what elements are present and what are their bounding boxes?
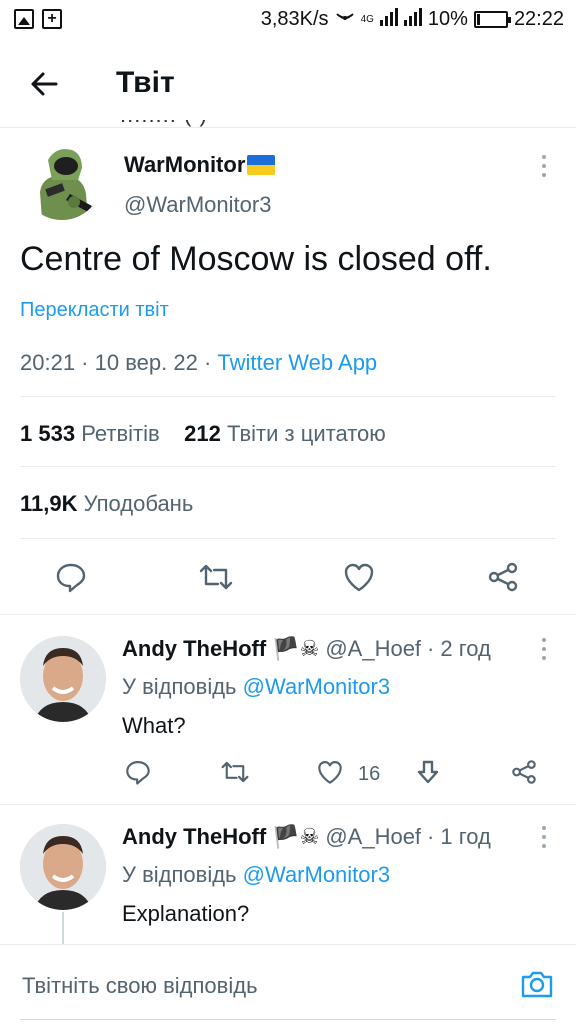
like-button[interactable]	[316, 758, 344, 786]
reply-author-badges: 🏴☠	[272, 636, 320, 661]
heart-icon	[318, 761, 342, 784]
tweet-date: 10 вер. 22	[94, 350, 198, 375]
arrow-down-icon	[417, 760, 439, 784]
more-options-button[interactable]	[540, 638, 548, 664]
compose-reply-input[interactable]: Твітніть свою відповідь	[22, 973, 258, 999]
retweets-link[interactable]: 1 533 Ретвітів	[20, 421, 160, 446]
thread-connector-line	[62, 912, 64, 944]
reply-time: 1 год	[440, 824, 491, 849]
battery-percent: 10%	[427, 7, 468, 30]
replying-to-handle-link[interactable]: @WarMonitor3	[243, 674, 390, 699]
add-notification-icon: +	[42, 9, 62, 29]
like-button[interactable]	[342, 560, 378, 596]
tweet-meta: 20:21 · 10 вер. 22 · Twitter Web App	[20, 350, 378, 375]
replying-to-handle-link[interactable]: @WarMonitor3	[243, 862, 390, 887]
divider	[20, 396, 556, 397]
retweet-stats: 1 533 Ретвітів 212 Твіти з цитатою	[20, 421, 386, 447]
clock: 22:22	[513, 7, 564, 30]
top-app-bar: Твіт	[0, 40, 576, 128]
author-handle[interactable]: @WarMonitor3	[124, 192, 271, 218]
reply-author-handle[interactable]: @A_Hoef	[325, 824, 421, 850]
soldier-avatar-icon	[22, 140, 102, 220]
share-icon	[512, 760, 536, 784]
camera-icon	[521, 971, 553, 998]
likes-link[interactable]: 11,9K Уподобань	[20, 491, 193, 517]
retweet-button[interactable]	[198, 560, 234, 596]
avatar[interactable]	[20, 824, 106, 910]
share-button[interactable]	[510, 758, 538, 786]
reply-header: Andy TheHoff 🏴☠ @A_Hoef · 1 год	[122, 824, 491, 850]
divider	[20, 538, 556, 539]
retweet-icon	[199, 564, 233, 590]
author-name[interactable]: WarMonitor	[124, 152, 276, 178]
reply-author-name[interactable]: Andy TheHoff	[122, 824, 266, 850]
signal-icon	[379, 6, 422, 32]
person-avatar-icon	[20, 636, 106, 722]
divider	[0, 614, 576, 615]
compose-reply-bar: Твітніть свою відповідь	[0, 944, 576, 1024]
retweet-icon	[221, 761, 249, 783]
more-options-button[interactable]	[540, 155, 548, 181]
tweet-text: Centre of Moscow is closed off.	[20, 240, 492, 278]
share-button[interactable]	[486, 560, 522, 596]
gallery-notification-icon	[14, 9, 34, 29]
translate-tweet-link[interactable]: Перекласти твіт	[20, 299, 169, 322]
battery-icon	[473, 10, 511, 28]
compose-underline	[20, 1019, 556, 1020]
ukraine-flag-icon	[247, 155, 276, 175]
back-button[interactable]	[26, 66, 62, 102]
divider	[20, 466, 556, 467]
heart-icon	[344, 563, 374, 592]
reply-icon	[126, 761, 150, 785]
tweet-actions	[0, 556, 576, 600]
arrow-left-icon	[31, 72, 58, 96]
tweet-time: 20:21	[20, 350, 76, 375]
downvote-button[interactable]	[414, 758, 442, 786]
like-count: 16	[358, 763, 381, 785]
person-avatar-icon	[20, 824, 106, 910]
reply-header: Andy TheHoff 🏴☠ @A_Hoef · 2 год	[122, 636, 491, 662]
reply-icon	[56, 563, 86, 593]
quotes-link[interactable]: 212 Твіти з цитатою	[184, 421, 386, 446]
more-options-button[interactable]	[540, 826, 548, 852]
reply-time: 2 год	[440, 636, 491, 661]
page-title: Твіт	[116, 66, 175, 99]
share-icon	[488, 562, 518, 592]
reply-text: What?	[122, 713, 186, 738]
reply-author-handle[interactable]: @A_Hoef	[325, 636, 421, 662]
reply-text: Explanation?	[122, 901, 250, 926]
cut-off-parent-tweet: ........ ( )	[120, 120, 320, 128]
replying-to: У відповідь @WarMonitor3	[122, 862, 391, 887]
retweet-button[interactable]	[220, 758, 249, 786]
network-speed: 3,83K/s	[260, 7, 329, 30]
reply-button[interactable]	[54, 560, 90, 596]
reply-actions: 16	[0, 756, 576, 792]
replying-to: У відповідь @WarMonitor3	[122, 674, 391, 699]
tweet-source-link[interactable]: Twitter Web App	[217, 350, 377, 375]
network-type: 4G	[360, 13, 374, 25]
reply-author-badges: 🏴☠	[272, 824, 320, 849]
reply-button[interactable]	[124, 758, 152, 786]
status-bar: + 3,83K/s 4G 10% 22:22	[0, 0, 576, 40]
reply-author-name[interactable]: Andy TheHoff	[122, 636, 266, 662]
avatar[interactable]	[22, 140, 102, 220]
hotspot-icon	[335, 6, 355, 32]
camera-button[interactable]	[520, 967, 554, 1001]
avatar[interactable]	[20, 636, 106, 722]
divider	[0, 804, 576, 805]
